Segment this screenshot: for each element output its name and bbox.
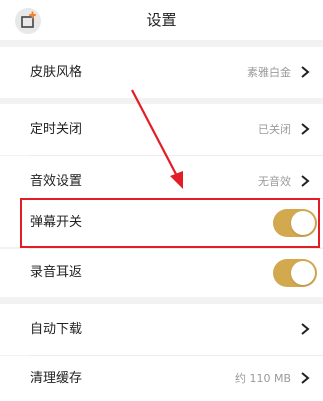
page-title: 设置 [146, 11, 177, 29]
ear-return-row: 录音耳返 [0, 249, 323, 297]
chevron-right-icon [301, 123, 310, 135]
clear-cache-row[interactable]: 清理缓存 约 110 MB [0, 356, 323, 401]
annotation-highlight-box [20, 198, 320, 248]
ear-return-label: 录音耳返 [30, 265, 83, 280]
auto-download-label: 自动下载 [30, 322, 83, 337]
sleep-timer-label: 定时关闭 [30, 122, 83, 137]
chevron-right-icon [301, 323, 310, 335]
auto-download-row[interactable]: 自动下载 [0, 304, 323, 355]
chevron-right-icon [301, 175, 310, 187]
skin-style-row[interactable]: 皮肤风格 素雅白金 [0, 47, 323, 98]
toggle-knob [291, 261, 315, 285]
chevron-right-icon [301, 372, 310, 384]
skin-style-value: 素雅白金 [247, 66, 291, 79]
header-bar: 设置 [0, 0, 323, 40]
ear-return-toggle[interactable] [273, 259, 317, 287]
sleep-timer-row[interactable]: 定时关闭 已关闭 [0, 104, 323, 155]
sleep-timer-value: 已关闭 [258, 123, 291, 136]
clear-cache-label: 清理缓存 [30, 371, 83, 386]
skin-style-label: 皮肤风格 [30, 65, 83, 80]
chevron-right-icon [301, 66, 310, 78]
clear-cache-value: 约 110 MB [234, 372, 291, 385]
